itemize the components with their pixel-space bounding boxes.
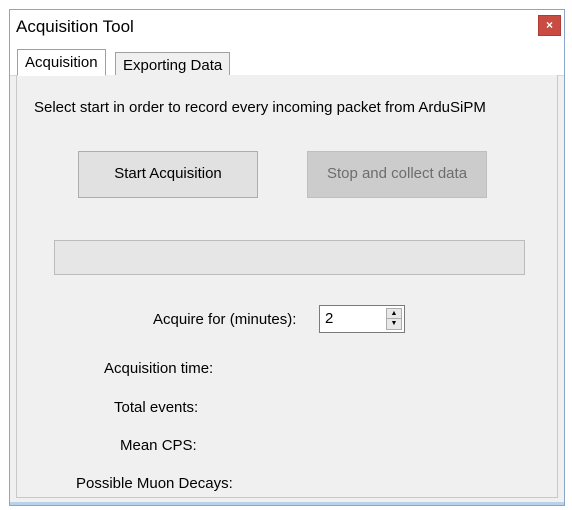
tab-exporting-data[interactable]: Exporting Data bbox=[115, 52, 231, 77]
progress-bar bbox=[54, 240, 525, 275]
acquisition-panel: Select start in order to record every in… bbox=[16, 75, 558, 498]
stepper-down-icon[interactable]: ▼ bbox=[387, 319, 401, 329]
acquisition-time-label: Acquisition time: bbox=[104, 360, 214, 377]
stop-collect-button: Stop and collect data bbox=[307, 151, 487, 198]
tab-strip: Acquisition Exporting Data bbox=[10, 41, 564, 77]
title-bar[interactable]: Acquisition Tool × bbox=[10, 10, 564, 41]
tab-acquisition[interactable]: Acquisition bbox=[17, 49, 106, 76]
stepper-buttons: ▲ ▼ bbox=[386, 308, 402, 330]
close-button[interactable]: × bbox=[538, 15, 561, 36]
acquire-minutes-stepper[interactable]: 2 ▲ ▼ bbox=[319, 305, 405, 333]
window-bottom-border bbox=[10, 502, 564, 505]
total-events-label: Total events: bbox=[114, 399, 199, 416]
acquire-duration-label: Acquire for (minutes): bbox=[153, 311, 297, 328]
close-icon: × bbox=[545, 18, 553, 32]
instructions-text: Select start in order to record every in… bbox=[34, 99, 486, 116]
acquire-minutes-value[interactable]: 2 bbox=[325, 310, 333, 327]
mean-cps-label: Mean CPS: bbox=[120, 437, 197, 454]
start-acquisition-button[interactable]: Start Acquisition bbox=[78, 151, 258, 198]
stepper-up-icon[interactable]: ▲ bbox=[387, 309, 401, 319]
acquisition-tool-window: Acquisition Tool × Acquisition Exporting… bbox=[9, 9, 565, 506]
muon-decays-label: Possible Muon Decays: bbox=[76, 475, 233, 492]
window-title: Acquisition Tool bbox=[16, 17, 134, 36]
